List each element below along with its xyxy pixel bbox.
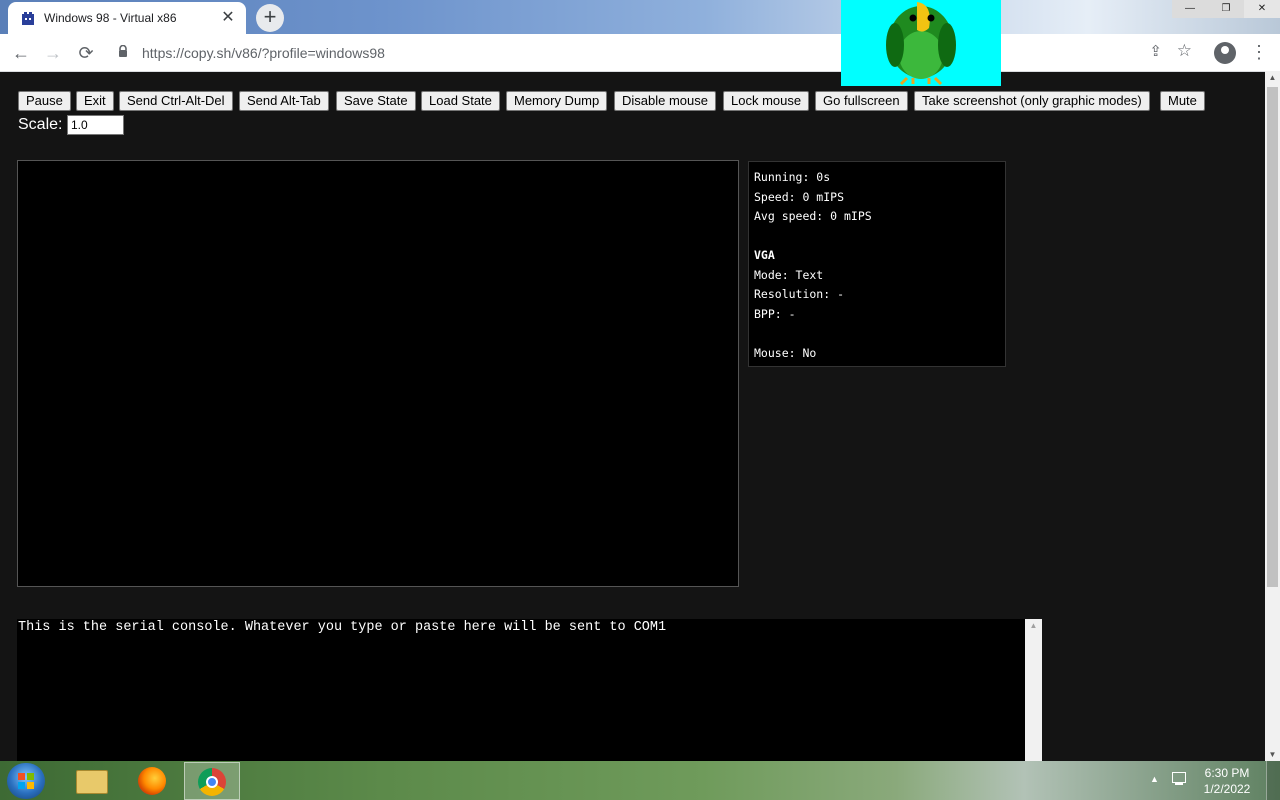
taskbar-explorer[interactable]: [62, 762, 118, 800]
load-state-button[interactable]: Load State: [421, 91, 500, 111]
network-icon[interactable]: [1170, 771, 1188, 787]
minimize-button[interactable]: —: [1172, 0, 1208, 18]
back-button[interactable]: ←: [10, 42, 32, 64]
take-screenshot-button[interactable]: Take screenshot (only graphic modes): [914, 91, 1150, 111]
disable-mouse-button[interactable]: Disable mouse: [614, 91, 716, 111]
new-tab-button[interactable]: +: [256, 4, 284, 32]
speed-value: Speed: 0 mIPS: [754, 189, 845, 204]
window-controls: — ❐ ✕: [1172, 0, 1280, 18]
windows-taskbar: [0, 761, 1280, 800]
chrome-icon: [198, 768, 226, 796]
clock-time: 6:30 PM: [1204, 766, 1250, 780]
share-icon[interactable]: ⇪: [1149, 42, 1162, 60]
exit-button[interactable]: Exit: [76, 91, 114, 111]
serial-console-text: This is the serial console. Whatever you…: [18, 620, 667, 635]
firefox-icon: [138, 767, 166, 795]
tab-title: Windows 98 - Virtual x86: [44, 11, 177, 25]
vga-mode: Mode: Text: [754, 267, 824, 282]
window-close-button[interactable]: ✕: [1244, 0, 1280, 18]
scale-input[interactable]: 1.0: [67, 115, 124, 135]
go-fullscreen-button[interactable]: Go fullscreen: [815, 91, 908, 111]
send-alt-tab-button[interactable]: Send Alt-Tab: [239, 91, 329, 111]
lock-mouse-button[interactable]: Lock mouse: [723, 91, 810, 111]
vga-heading: VGA: [754, 248, 775, 262]
browser-toolbar: ← → ⟳ https://copy.sh/v86/?profile=windo…: [0, 34, 1280, 72]
parrot-icon: [886, 2, 956, 86]
v86-favicon-icon: [22, 12, 34, 25]
vga-resolution: Resolution: -: [754, 287, 845, 301]
browser-tab-strip: Windows 98 - Virtual x86 ✕ + — ❐ ✕: [0, 0, 1280, 34]
pause-button[interactable]: Pause: [18, 91, 71, 111]
vga-bpp: BPP: -: [754, 306, 796, 321]
serial-console[interactable]: This is the serial console. Whatever you…: [17, 619, 1025, 761]
running-time: Running: 0s: [754, 170, 831, 184]
tab-windows98[interactable]: Windows 98 - Virtual x86 ✕: [8, 2, 246, 34]
start-button[interactable]: [7, 763, 45, 799]
bookmark-star-icon[interactable]: ☆: [1177, 41, 1192, 61]
taskbar-clock[interactable]: 6:30 PM 1/2/2022: [1196, 765, 1258, 797]
address-bar[interactable]: https://copy.sh/v86/?profile=windows98 ⇪…: [108, 38, 1208, 67]
emulator-screen[interactable]: [17, 160, 739, 587]
browser-menu-icon[interactable]: ⋮: [1250, 41, 1268, 63]
serial-console-scrollbar[interactable]: ▲: [1025, 619, 1042, 761]
maximize-button[interactable]: ❐: [1208, 0, 1244, 18]
mute-button[interactable]: Mute: [1160, 91, 1205, 111]
profile-avatar-icon[interactable]: [1214, 42, 1236, 64]
forward-button[interactable]: →: [42, 42, 64, 64]
windows-logo-icon: [18, 773, 34, 789]
parrot-overlay: [841, 0, 1001, 86]
show-desktop-button[interactable]: [1266, 761, 1280, 800]
page-scrollbar[interactable]: ▲ ▼: [1265, 71, 1280, 761]
tab-close-icon[interactable]: ✕: [218, 8, 238, 28]
send-ctrl-alt-del-button[interactable]: Send Ctrl-Alt-Del: [119, 91, 233, 111]
lock-icon: [119, 45, 127, 57]
memory-dump-button[interactable]: Memory Dump: [506, 91, 608, 111]
save-state-button[interactable]: Save State: [336, 91, 416, 111]
taskbar-chrome[interactable]: [184, 762, 240, 800]
tray-expand-icon[interactable]: ▲: [1150, 774, 1159, 784]
runtime-info-panel: Running: 0s Speed: 0 mIPS Avg speed: 0 m…: [748, 161, 1006, 367]
reload-button[interactable]: ⟳: [75, 42, 97, 64]
clock-date: 1/2/2022: [1203, 782, 1251, 796]
avg-speed-value: Avg speed: 0 mIPS: [754, 209, 872, 223]
folder-icon: [76, 770, 108, 794]
taskbar-firefox[interactable]: [124, 762, 180, 800]
mouse-status: Mouse: No: [754, 345, 817, 360]
address-url[interactable]: https://copy.sh/v86/?profile=windows98: [142, 45, 385, 61]
scale-label: Scale:: [18, 116, 63, 133]
page-scrollbar-thumb[interactable]: [1267, 87, 1278, 587]
